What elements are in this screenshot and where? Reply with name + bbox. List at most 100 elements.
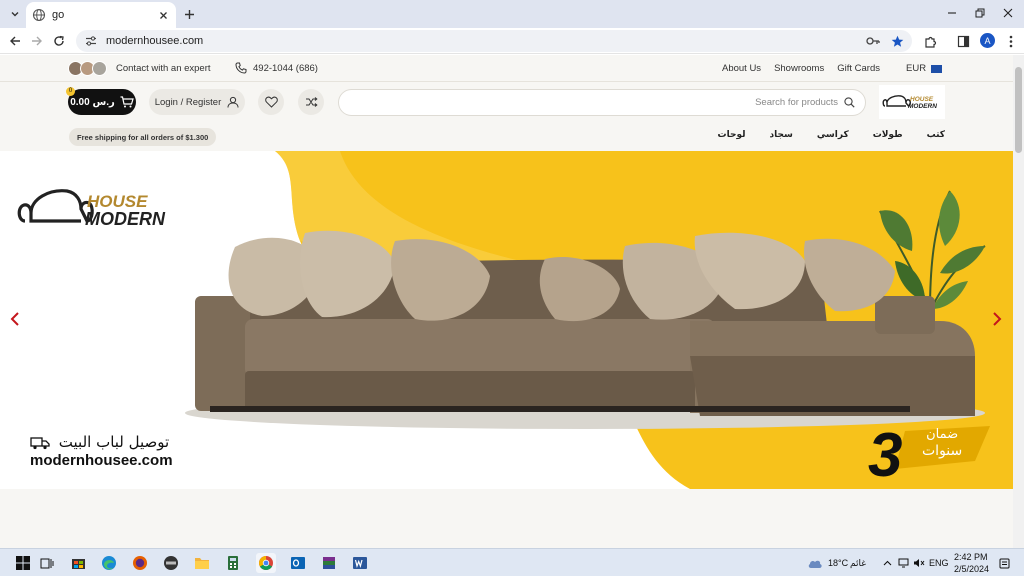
truck-icon [30,436,50,450]
windows-start-icon[interactable] [13,553,33,573]
wishlist-button[interactable] [258,89,284,115]
address-bar[interactable]: modernhousee.com [76,30,912,52]
media-app-icon[interactable] [161,553,181,573]
page-top-bar: Contact with an expert 492-1044 (686) Ab… [0,55,1013,82]
currency-label: EUR [906,63,927,74]
site-logo[interactable]: HOUSE MODERN [879,85,945,119]
tab-search-chevron-icon[interactable] [6,5,24,23]
profile-avatar[interactable]: A [980,33,995,48]
clock-date[interactable]: 2/5/2024 [954,564,989,574]
warranty-label: ضمان سنوات [922,427,963,459]
forward-arrow-icon[interactable] [28,32,46,50]
side-panel-icon[interactable] [954,32,972,50]
browser-menu-icon[interactable] [1002,32,1020,50]
category-nav: كتب طولات كراسي سجاد لوحات [694,129,945,140]
hero-brand-logo: HOUSE MODERN [17,189,166,229]
nav-chairs[interactable]: كراسي [817,129,849,140]
about-us-link[interactable]: About Us [722,63,761,74]
eu-flag-icon [931,64,943,73]
chrome-icon[interactable] [256,553,276,573]
weather-cloud-icon[interactable] [806,553,824,573]
top-links: About Us Showrooms Gift Cards [709,63,880,74]
password-key-icon[interactable] [864,32,882,50]
winrar-icon[interactable] [319,553,339,573]
cart-amount: 0.00 ر.س [70,96,115,108]
search-icon[interactable] [844,97,855,108]
word-icon[interactable] [350,553,370,573]
avatar [92,61,107,76]
outlook-icon[interactable] [288,553,308,573]
firefox-icon[interactable] [130,553,150,573]
search-input[interactable] [339,97,838,108]
hero-slider: 3 HOUSE MODERN توصيل لباب البيت modernho… [0,151,1013,489]
back-arrow-icon[interactable] [6,32,24,50]
new-tab-plus-icon[interactable] [180,5,198,23]
reload-icon[interactable] [50,32,68,50]
product-search [338,89,866,116]
previous-slide-arrow[interactable] [7,309,23,329]
heart-icon [264,96,278,108]
edge-icon[interactable] [99,553,119,573]
site-info-icon[interactable] [84,34,98,48]
microsoft-store-icon[interactable] [68,553,88,573]
calculator-app-icon[interactable] [223,553,243,573]
browser-toolbar: modernhousee.com A [0,28,1024,54]
phone-number[interactable]: 492-1044 (686) [253,63,318,74]
close-window-icon[interactable] [998,4,1018,22]
network-icon[interactable] [897,553,911,573]
clock-time[interactable]: 2:42 PM [954,552,988,562]
nav-books[interactable]: كتب [927,129,945,140]
sofa-illustration [185,230,985,429]
cart-count-badge: 0 [66,87,75,96]
hero-logo-bottom: MODERN [85,209,166,229]
next-slide-arrow[interactable] [989,309,1005,329]
url-text: modernhousee.com [106,35,204,47]
nav-tables[interactable]: طولات [873,129,903,140]
browser-tab[interactable]: go [26,2,176,28]
warranty-line-2: سنوات [922,442,963,459]
task-view-icon[interactable] [37,553,57,573]
compare-button[interactable] [298,89,324,115]
gift-cards-link[interactable]: Gift Cards [837,63,880,74]
showrooms-link[interactable]: Showrooms [774,63,824,74]
shuffle-icon [305,96,318,108]
nav-paintings[interactable]: لوحات [718,129,746,140]
weather-condition[interactable]: غائم [850,558,866,569]
scrollbar-thumb[interactable] [1015,67,1022,153]
restore-window-icon[interactable] [970,4,990,22]
chevron-up-icon[interactable] [881,553,893,573]
logo-small-bottom: MODERN [908,103,937,110]
currency-selector[interactable]: EUR [906,63,943,74]
extensions-puzzle-icon[interactable] [921,32,939,50]
weather-temperature[interactable]: 18°C [828,558,848,568]
login-label: Login / Register [154,96,222,108]
volume-muted-icon[interactable] [912,553,926,573]
delivery-slogan: توصيل لباب البيت [30,433,169,451]
user-icon [227,96,239,108]
free-shipping-notice: Free shipping for all orders of $1.300 [69,128,217,146]
expert-avatars [68,61,107,76]
nav-rugs[interactable]: سجاد [769,129,792,140]
warranty-number: 3 [868,421,902,489]
hero-site-url: modernhousee.com [30,452,173,469]
input-language[interactable]: ENG [929,558,949,568]
minimize-window-icon[interactable] [942,4,962,22]
windows-taskbar: 18°C غائم ENG 2:42 PM 2/5/2024 [0,548,1024,576]
delivery-text: توصيل لباب البيت [58,433,170,451]
page-scrollbar[interactable] [1013,55,1024,548]
phone-icon [235,62,247,74]
cart-icon [120,96,134,108]
bookmark-star-icon[interactable] [888,32,906,50]
contact-expert-link[interactable]: Contact with an expert [116,63,211,74]
warranty-line-1: ضمان [926,427,959,442]
globe-icon [32,8,46,22]
tab-title: go [52,9,65,21]
browser-tab-bar: go [0,0,1024,28]
web-page: Contact with an expert 492-1044 (686) Ab… [0,55,1013,548]
login-register-button[interactable]: Login / Register [149,89,245,115]
file-explorer-icon[interactable] [192,553,212,573]
logo-small-top: HOUSE [910,96,934,103]
close-tab-icon[interactable] [156,8,170,22]
notifications-icon[interactable] [997,553,1011,573]
cart-button[interactable]: 0.00 ر.س [68,89,136,115]
